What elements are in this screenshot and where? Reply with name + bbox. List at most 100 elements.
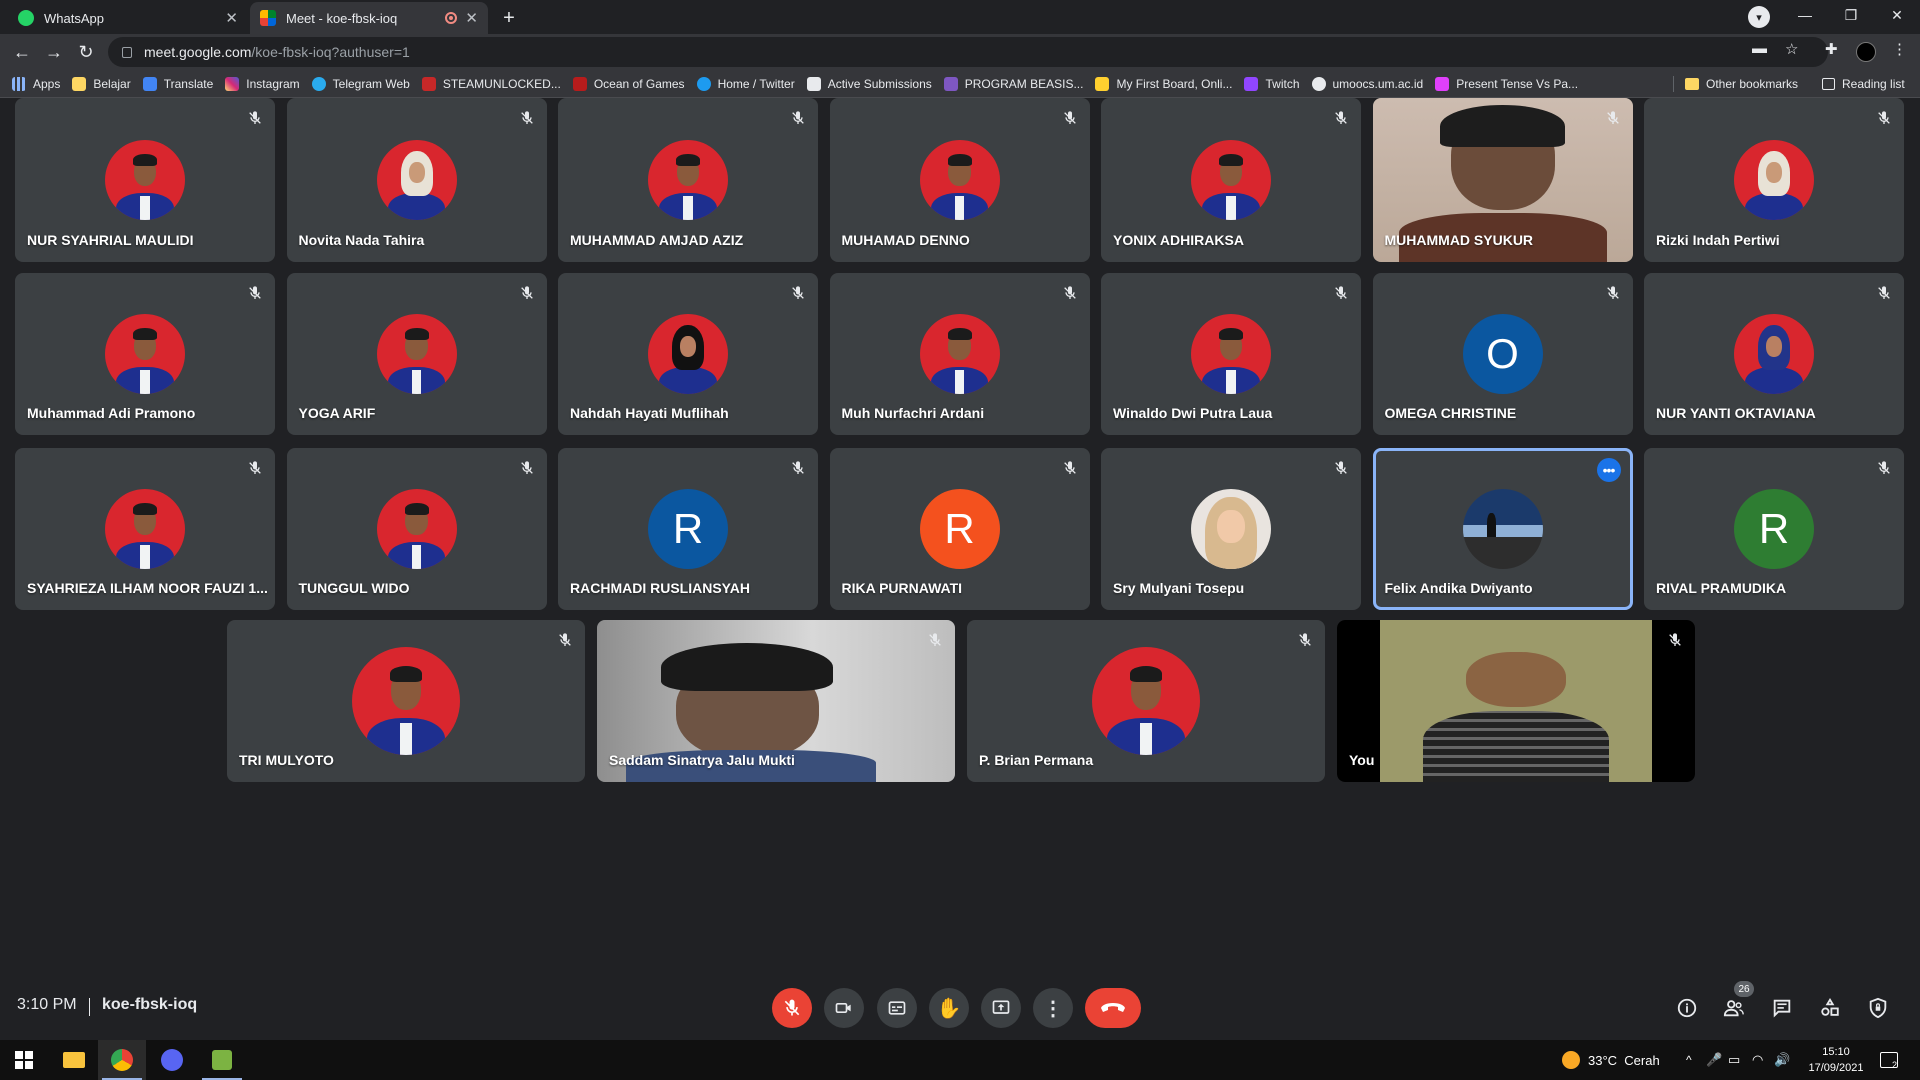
bookmark-umoocs[interactable]: umoocs.um.ac.id bbox=[1311, 76, 1423, 91]
chrome-menu-icon[interactable]: ⋮ bbox=[1892, 40, 1907, 58]
bookmark-telegram[interactable]: Telegram Web bbox=[311, 76, 410, 91]
reload-icon[interactable]: ↻ bbox=[74, 40, 98, 64]
close-tab-icon[interactable]: ✕ bbox=[225, 9, 238, 27]
bookmark-instagram[interactable]: Instagram bbox=[225, 76, 300, 91]
browser-toolbar: ← → ↻ meet.google.com/koe-fbsk-ioq?authu… bbox=[0, 34, 1920, 70]
participant-tile[interactable]: NUR YANTI OKTAVIANA bbox=[1644, 273, 1904, 435]
present-screen-button[interactable] bbox=[981, 988, 1021, 1028]
bookmark-present-tense[interactable]: Present Tense Vs Pa... bbox=[1435, 76, 1578, 91]
tab-search-icon[interactable]: ▾ bbox=[1748, 6, 1770, 28]
participant-tile[interactable]: You bbox=[1337, 620, 1695, 782]
participant-tile[interactable]: NUR SYAHRIAL MAULIDI bbox=[15, 98, 275, 262]
bookmark-apps[interactable]: Apps bbox=[12, 76, 60, 91]
tab-whatsapp[interactable]: WhatsApp ✕ bbox=[8, 2, 248, 34]
more-options-button[interactable]: ⋮ bbox=[1033, 988, 1073, 1028]
participant-tile[interactable]: R RIVAL PRAMUDIKA bbox=[1644, 448, 1904, 610]
participant-tile[interactable]: O OMEGA CHRISTINE bbox=[1372, 273, 1633, 435]
profile-photo-avatar bbox=[919, 314, 1000, 394]
participant-tile[interactable]: ••• Felix Andika Dwiyanto bbox=[1372, 448, 1633, 610]
weather-widget[interactable]: 33°C Cerah bbox=[1562, 1040, 1660, 1080]
start-button[interactable] bbox=[0, 1040, 48, 1080]
meeting-details-button[interactable] bbox=[1675, 996, 1699, 1020]
participant-tile[interactable]: R RIKA PURNAWATI bbox=[829, 448, 1090, 610]
participant-tile[interactable]: TUNGGUL WIDO bbox=[286, 448, 547, 610]
participant-name: Rizki Indah Pertiwi bbox=[1656, 232, 1780, 248]
bookmark-twitter[interactable]: Home / Twitter bbox=[696, 76, 795, 91]
tab-meet[interactable]: Meet - koe-fbsk-ioq ✕ bbox=[250, 2, 488, 34]
participant-tile[interactable]: Muh Nurfachri Ardani bbox=[829, 273, 1090, 435]
back-arrow-icon[interactable]: ← bbox=[10, 40, 34, 64]
bookmark-ocean-of-games[interactable]: Ocean of Games bbox=[572, 76, 685, 91]
host-controls-button[interactable] bbox=[1866, 996, 1890, 1020]
translate-icon bbox=[142, 76, 157, 91]
participant-tile[interactable]: Sry Mulyani Tosepu bbox=[1101, 448, 1361, 610]
bookmark-translate[interactable]: Translate bbox=[142, 76, 213, 91]
bookmark-label: My First Board, Onli... bbox=[1116, 76, 1233, 91]
participant-name: RIVAL PRAMUDIKA bbox=[1656, 580, 1787, 596]
camera-in-use-icon[interactable]: ▬ bbox=[1752, 40, 1767, 57]
microphone-toggle-button[interactable] bbox=[772, 988, 812, 1028]
participant-tile[interactable]: SYAHRIEZA ILHAM NOOR FAUZI 1... bbox=[15, 448, 275, 610]
wifi-icon[interactable]: ◠ bbox=[1752, 1040, 1763, 1080]
captions-button[interactable] bbox=[877, 988, 917, 1028]
bookmark-my-first-board[interactable]: My First Board, Onli... bbox=[1095, 76, 1233, 91]
participant-tile[interactable]: Rizki Indah Pertiwi bbox=[1644, 98, 1904, 262]
chat-button[interactable] bbox=[1770, 996, 1794, 1020]
activities-icon bbox=[1821, 997, 1839, 1016]
participant-tile[interactable]: Saddam Sinatrya Jalu Mukti bbox=[597, 620, 955, 782]
bookmark-star-icon[interactable]: ☆ bbox=[1785, 40, 1798, 58]
participant-tile[interactable]: MUHAMMAD SYUKUR bbox=[1372, 98, 1633, 262]
android-app[interactable] bbox=[198, 1040, 246, 1080]
other-bookmarks[interactable]: Other bookmarks bbox=[1685, 70, 1798, 98]
participant-grid: NUR SYAHRIAL MAULIDI Novita Nada Tahira MU… bbox=[0, 98, 1920, 968]
participant-tile[interactable]: Novita Nada Tahira bbox=[286, 98, 547, 262]
camera-toggle-button[interactable] bbox=[824, 988, 864, 1028]
show-hidden-icons[interactable]: ^ bbox=[1686, 1040, 1692, 1080]
raise-hand-button[interactable]: ✋ bbox=[929, 988, 969, 1028]
forward-arrow-icon[interactable]: → bbox=[42, 40, 66, 64]
address-bar[interactable]: meet.google.com/koe-fbsk-ioq?authuser=1 bbox=[108, 37, 1828, 67]
reading-list[interactable]: Reading list bbox=[1822, 70, 1905, 98]
participant-tile[interactable]: TRI MULYOTO bbox=[227, 620, 585, 782]
bookmark-active-submissions[interactable]: Active Submissions bbox=[806, 76, 932, 91]
globe-icon bbox=[1311, 76, 1326, 91]
extensions-icon[interactable]: ✚ bbox=[1825, 40, 1838, 58]
activities-button[interactable] bbox=[1818, 996, 1842, 1020]
discord-app[interactable] bbox=[148, 1040, 196, 1080]
notifications-button[interactable]: 2 bbox=[1880, 1040, 1898, 1080]
bookmark-belajar[interactable]: Belajar bbox=[72, 76, 131, 91]
participant-tile[interactable]: Nahdah Hayati Muflihah bbox=[558, 273, 818, 435]
participant-tile[interactable]: MUHAMMAD AMJAD AZIZ bbox=[558, 98, 818, 262]
close-window-button[interactable]: ✕ bbox=[1874, 0, 1920, 30]
participant-tile[interactable]: YOGA ARIF bbox=[286, 273, 547, 435]
battery-icon[interactable]: ▭ bbox=[1728, 1040, 1740, 1080]
lock-icon bbox=[122, 46, 132, 58]
bookmark-steamunlocked[interactable]: STEAMUNLOCKED... bbox=[421, 76, 561, 91]
participant-tile[interactable]: P. Brian Permana bbox=[967, 620, 1325, 782]
restore-button[interactable]: ❐ bbox=[1828, 0, 1874, 30]
close-tab-icon[interactable]: ✕ bbox=[465, 9, 478, 27]
people-button[interactable] bbox=[1722, 996, 1746, 1020]
participant-tile[interactable]: Winaldo Dwi Putra Laua bbox=[1101, 273, 1361, 435]
bookmark-twitch[interactable]: Twitch bbox=[1244, 76, 1300, 91]
volume-icon[interactable]: 🔊 bbox=[1774, 1040, 1790, 1080]
taskbar-clock[interactable]: 15:10 17/09/2021 bbox=[1806, 1044, 1866, 1076]
mic-off-icon bbox=[247, 110, 263, 126]
participant-tile[interactable]: R RACHMADI RUSLIANSYAH bbox=[558, 448, 818, 610]
participant-tile[interactable]: MUHAMAD DENNO bbox=[829, 98, 1090, 262]
participant-tile[interactable]: Muhammad Adi Pramono bbox=[15, 273, 275, 435]
leave-call-button[interactable] bbox=[1085, 988, 1141, 1028]
participant-tile[interactable]: YONIX ADHIRAKSA bbox=[1101, 98, 1361, 262]
tile-options-button[interactable]: ••• bbox=[1596, 458, 1621, 482]
file-explorer-app[interactable] bbox=[50, 1040, 98, 1080]
bookmark-program-beasiswa[interactable]: PROGRAM BEASIS... bbox=[943, 76, 1083, 91]
mic-off-icon bbox=[1876, 285, 1892, 301]
profile-avatar[interactable] bbox=[1856, 42, 1876, 62]
minimize-button[interactable]: — bbox=[1782, 0, 1828, 30]
folder-icon bbox=[72, 76, 87, 91]
new-tab-button[interactable]: + bbox=[496, 5, 522, 31]
chrome-app[interactable] bbox=[98, 1040, 146, 1080]
profile-photo-avatar bbox=[1191, 314, 1271, 394]
microphone-tray-icon[interactable]: 🎤 bbox=[1706, 1040, 1722, 1080]
weather-text: 33°C Cerah bbox=[1588, 1052, 1660, 1068]
